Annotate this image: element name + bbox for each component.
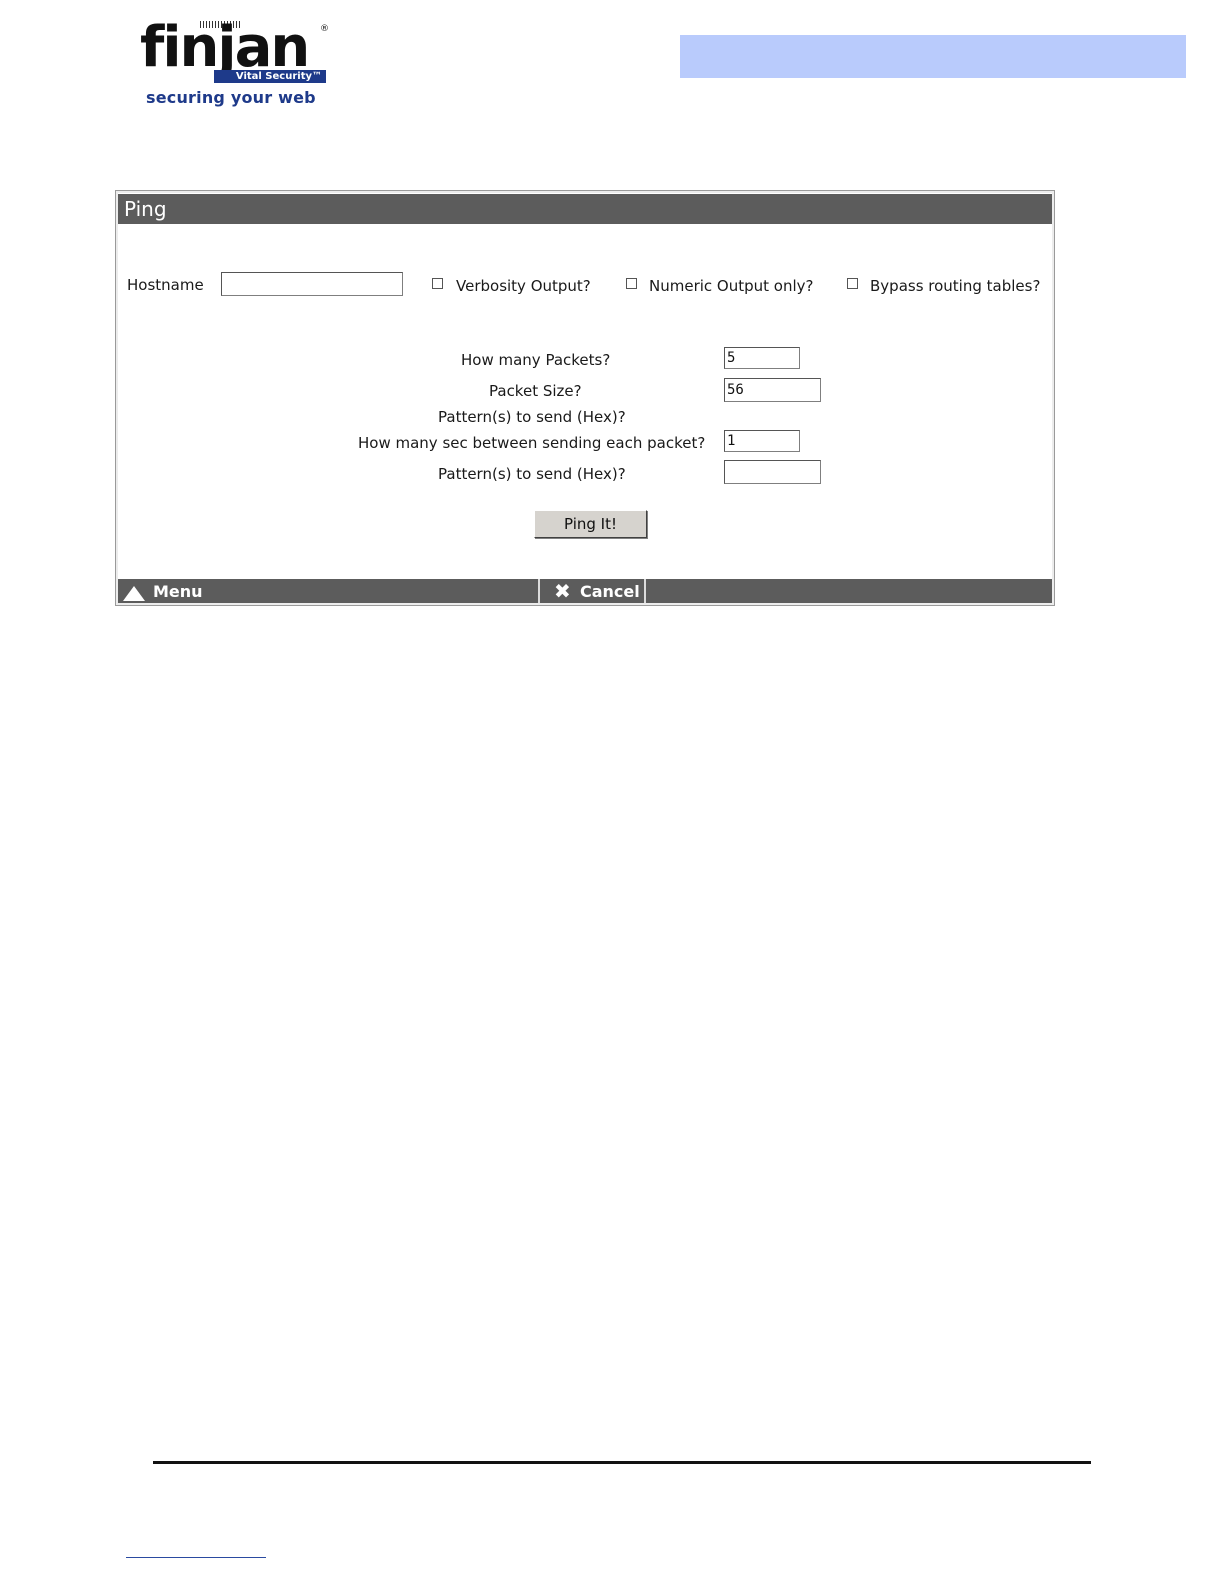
logo-tagline: securing your web <box>146 88 316 107</box>
cancel-button[interactable]: ✖ Cancel <box>542 579 644 603</box>
panel-footer: Menu ✖ Cancel <box>118 579 1052 603</box>
up-triangle-icon <box>123 586 145 601</box>
finjan-logo: finjan ® Vital Security™ securing your w… <box>140 18 340 113</box>
verbosity-label: Verbosity Output? <box>456 277 591 295</box>
pattern-label-1: Pattern(s) to send (Hex)? <box>438 408 626 426</box>
panel-title: Ping <box>118 194 1052 224</box>
logo-wordmark: finjan <box>140 15 310 80</box>
pattern-input[interactable] <box>724 460 821 484</box>
packet-count-input[interactable] <box>724 347 800 369</box>
header-band <box>680 35 1186 78</box>
hostname-label: Hostname <box>127 276 204 294</box>
interval-label: How many sec between sending each packet… <box>358 434 706 452</box>
x-icon: ✖ <box>554 579 571 603</box>
page-footer-rule <box>153 1461 1091 1464</box>
footer-divider <box>538 579 540 603</box>
packet-size-label: Packet Size? <box>489 382 582 400</box>
packet-count-label: How many Packets? <box>461 351 611 369</box>
numeric-output-checkbox[interactable] <box>626 278 637 289</box>
bypass-routing-checkbox[interactable] <box>847 278 858 289</box>
menu-button[interactable]: Menu <box>118 579 538 603</box>
packet-size-input[interactable] <box>724 378 821 402</box>
hostname-input[interactable] <box>221 272 403 296</box>
ping-panel: Ping Hostname Verbosity Output? Numeric … <box>115 190 1055 606</box>
cancel-label: Cancel <box>580 582 640 601</box>
numeric-output-label: Numeric Output only? <box>649 277 814 295</box>
verbosity-checkbox[interactable] <box>432 278 443 289</box>
logo-badge: Vital Security™ <box>214 70 326 83</box>
footer-divider-2 <box>644 579 646 603</box>
registered-mark: ® <box>320 24 329 34</box>
menu-label: Menu <box>153 582 203 601</box>
interval-input[interactable] <box>724 430 800 452</box>
footer-link-underline <box>126 1557 266 1558</box>
ping-it-button[interactable]: Ping It! <box>534 510 647 538</box>
bypass-routing-label: Bypass routing tables? <box>870 277 1041 295</box>
pattern-label-2: Pattern(s) to send (Hex)? <box>438 465 626 483</box>
